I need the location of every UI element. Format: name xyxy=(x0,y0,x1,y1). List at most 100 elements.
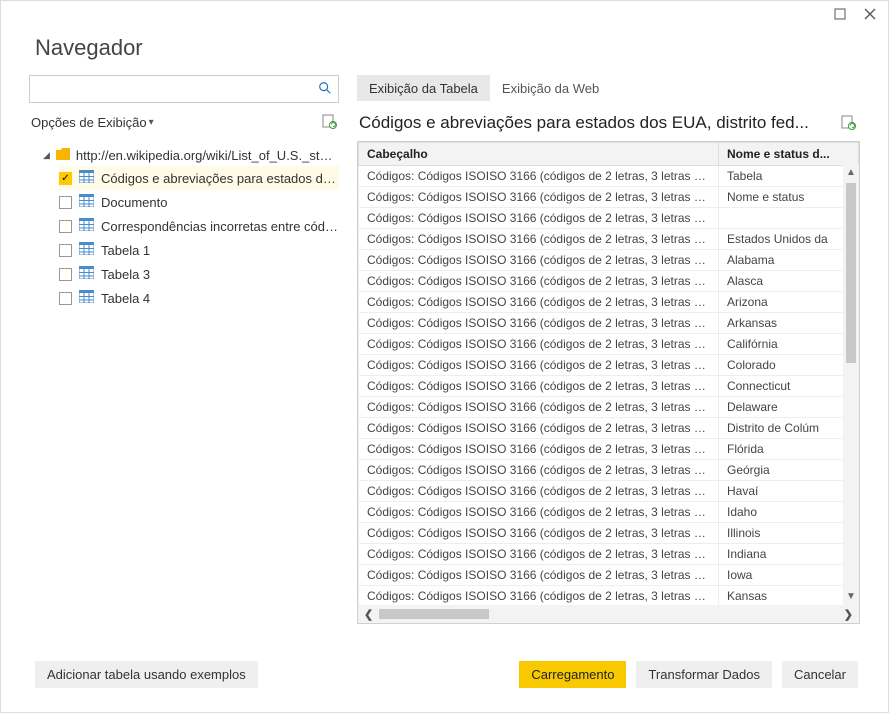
checkbox[interactable] xyxy=(59,220,72,233)
cell-header: Códigos: Códigos ISOISO 3166 (códigos de… xyxy=(359,271,719,292)
cell-name: Connecticut xyxy=(719,376,859,397)
scroll-right-icon[interactable]: ❯ xyxy=(838,608,859,621)
table-row[interactable]: Códigos: Códigos ISOISO 3166 (códigos de… xyxy=(359,334,859,355)
cell-name: Colorado xyxy=(719,355,859,376)
table-row[interactable]: Códigos: Códigos ISOISO 3166 (códigos de… xyxy=(359,502,859,523)
chevron-down-icon: ▾ xyxy=(149,117,154,128)
tree-item-label: Documento xyxy=(101,195,167,210)
search-icon[interactable] xyxy=(318,81,332,98)
table-icon xyxy=(79,266,94,282)
table-row[interactable]: Códigos: Códigos ISOISO 3166 (códigos de… xyxy=(359,229,859,250)
checkbox[interactable]: ✓ xyxy=(59,172,72,185)
cell-header: Códigos: Códigos ISOISO 3166 (códigos de… xyxy=(359,355,719,376)
tree-item-label: Tabela 1 xyxy=(101,243,150,258)
checkbox[interactable] xyxy=(59,268,72,281)
tree-item[interactable]: Tabela 1 xyxy=(59,238,339,262)
cell-header: Códigos: Códigos ISOISO 3166 (códigos de… xyxy=(359,250,719,271)
cell-header: Códigos: Códigos ISOISO 3166 (códigos de… xyxy=(359,565,719,586)
cell-header: Códigos: Códigos ISOISO 3166 (códigos de… xyxy=(359,397,719,418)
refresh-icon[interactable] xyxy=(321,113,337,132)
cell-name: Arizona xyxy=(719,292,859,313)
cell-header: Códigos: Códigos ISOISO 3166 (códigos de… xyxy=(359,586,719,606)
table-row[interactable]: Códigos: Códigos ISOISO 3166 (códigos de… xyxy=(359,397,859,418)
cell-header: Códigos: Códigos ISOISO 3166 (códigos de… xyxy=(359,418,719,439)
column-header-2[interactable]: Nome e status d... xyxy=(719,143,859,166)
tree-item-label: Tabela 4 xyxy=(101,291,150,306)
table-row[interactable]: Códigos: Códigos ISOISO 3166 (códigos de… xyxy=(359,565,859,586)
table-icon xyxy=(79,242,94,258)
vertical-scrollbar[interactable]: ▲ ▼ xyxy=(843,164,859,605)
table-row[interactable]: Códigos: Códigos ISOISO 3166 (códigos de… xyxy=(359,292,859,313)
tab-web-view[interactable]: Exibição da Web xyxy=(490,75,611,101)
table-row[interactable]: Códigos: Códigos ISOISO 3166 (códigos de… xyxy=(359,376,859,397)
tree-item[interactable]: Tabela 3 xyxy=(59,262,339,286)
cell-header: Códigos: Códigos ISOISO 3166 (códigos de… xyxy=(359,166,719,187)
table-row[interactable]: Códigos: Códigos ISOISO 3166 (códigos de… xyxy=(359,439,859,460)
cell-name: Geórgia xyxy=(719,460,859,481)
cell-header: Códigos: Códigos ISOISO 3166 (códigos de… xyxy=(359,208,719,229)
close-icon[interactable] xyxy=(864,8,876,23)
hscroll-thumb[interactable] xyxy=(379,609,489,619)
checkbox[interactable] xyxy=(59,244,72,257)
tree-item[interactable]: Correspondências incorretas entre código… xyxy=(59,214,339,238)
table-row[interactable]: Códigos: Códigos ISOISO 3166 (códigos de… xyxy=(359,523,859,544)
collapse-icon[interactable]: ◢ xyxy=(43,150,50,161)
cell-header: Códigos: Códigos ISOISO 3166 (códigos de… xyxy=(359,292,719,313)
table-row[interactable]: Códigos: Códigos ISOISO 3166 (códigos de… xyxy=(359,313,859,334)
search-input[interactable] xyxy=(29,75,339,103)
display-options-label: Opções de Exibição xyxy=(31,115,147,130)
table-row[interactable]: Códigos: Códigos ISOISO 3166 (códigos de… xyxy=(359,586,859,606)
search-field[interactable] xyxy=(36,82,318,97)
cell-header: Códigos: Códigos ISOISO 3166 (códigos de… xyxy=(359,502,719,523)
cell-name: Havaí xyxy=(719,481,859,502)
tree-item[interactable]: Documento xyxy=(59,190,339,214)
scroll-down-icon[interactable]: ▼ xyxy=(846,588,856,605)
folder-icon xyxy=(56,147,70,163)
column-header-1[interactable]: Cabeçalho xyxy=(359,143,719,166)
tree-root[interactable]: ◢ http://en.wikipedia.org/wiki/List_of_U… xyxy=(29,144,339,166)
scroll-up-icon[interactable]: ▲ xyxy=(846,164,856,181)
display-options-menu[interactable]: Opções de Exibição ▾ xyxy=(31,115,154,130)
table-icon xyxy=(79,218,94,234)
table-row[interactable]: Códigos: Códigos ISOISO 3166 (códigos de… xyxy=(359,460,859,481)
cell-name: Kansas xyxy=(719,586,859,606)
table-row[interactable]: Códigos: Códigos ISOISO 3166 (códigos de… xyxy=(359,187,859,208)
tab-table-view[interactable]: Exibição da Tabela xyxy=(357,75,490,101)
add-table-button[interactable]: Adicionar tabela usando exemplos xyxy=(35,661,258,688)
cell-name: Tabela xyxy=(719,166,859,187)
table-row[interactable]: Códigos: Códigos ISOISO 3166 (códigos de… xyxy=(359,166,859,187)
table-row[interactable]: Códigos: Códigos ISOISO 3166 (códigos de… xyxy=(359,208,859,229)
cell-header: Códigos: Códigos ISOISO 3166 (códigos de… xyxy=(359,187,719,208)
dialog-title: Navegador xyxy=(1,29,888,75)
cell-name: Alabama xyxy=(719,250,859,271)
table-row[interactable]: Códigos: Códigos ISOISO 3166 (códigos de… xyxy=(359,481,859,502)
checkbox[interactable] xyxy=(59,292,72,305)
cell-name: Iowa xyxy=(719,565,859,586)
table-icon xyxy=(79,194,94,210)
cell-name: Delaware xyxy=(719,397,859,418)
tree-item-label: Códigos e abreviações para estados dos..… xyxy=(101,171,339,186)
load-button[interactable]: Carregamento xyxy=(519,661,626,688)
table-row[interactable]: Códigos: Códigos ISOISO 3166 (códigos de… xyxy=(359,250,859,271)
table-row[interactable]: Códigos: Códigos ISOISO 3166 (códigos de… xyxy=(359,418,859,439)
cell-header: Códigos: Códigos ISOISO 3166 (códigos de… xyxy=(359,439,719,460)
cell-name: Estados Unidos da xyxy=(719,229,859,250)
cell-header: Códigos: Códigos ISOISO 3166 (códigos de… xyxy=(359,523,719,544)
table-row[interactable]: Códigos: Códigos ISOISO 3166 (códigos de… xyxy=(359,271,859,292)
checkbox[interactable] xyxy=(59,196,72,209)
table-row[interactable]: Códigos: Códigos ISOISO 3166 (códigos de… xyxy=(359,355,859,376)
cell-header: Códigos: Códigos ISOISO 3166 (códigos de… xyxy=(359,334,719,355)
scroll-thumb[interactable] xyxy=(846,183,856,363)
tree-item[interactable]: Tabela 4 xyxy=(59,286,339,310)
cell-header: Códigos: Códigos ISOISO 3166 (códigos de… xyxy=(359,481,719,502)
scroll-left-icon[interactable]: ❮ xyxy=(358,608,379,621)
refresh-preview-icon[interactable] xyxy=(840,114,856,133)
table-row[interactable]: Códigos: Códigos ISOISO 3166 (códigos de… xyxy=(359,544,859,565)
tree-item[interactable]: ✓ Códigos e abreviações para estados dos.… xyxy=(59,166,339,190)
maximize-icon[interactable] xyxy=(834,8,846,23)
cancel-button[interactable]: Cancelar xyxy=(782,661,858,688)
cell-name: Indiana xyxy=(719,544,859,565)
transform-button[interactable]: Transformar Dados xyxy=(636,661,772,688)
horizontal-scrollbar[interactable]: ❮ ❯ xyxy=(358,605,859,623)
cell-name: Flórida xyxy=(719,439,859,460)
